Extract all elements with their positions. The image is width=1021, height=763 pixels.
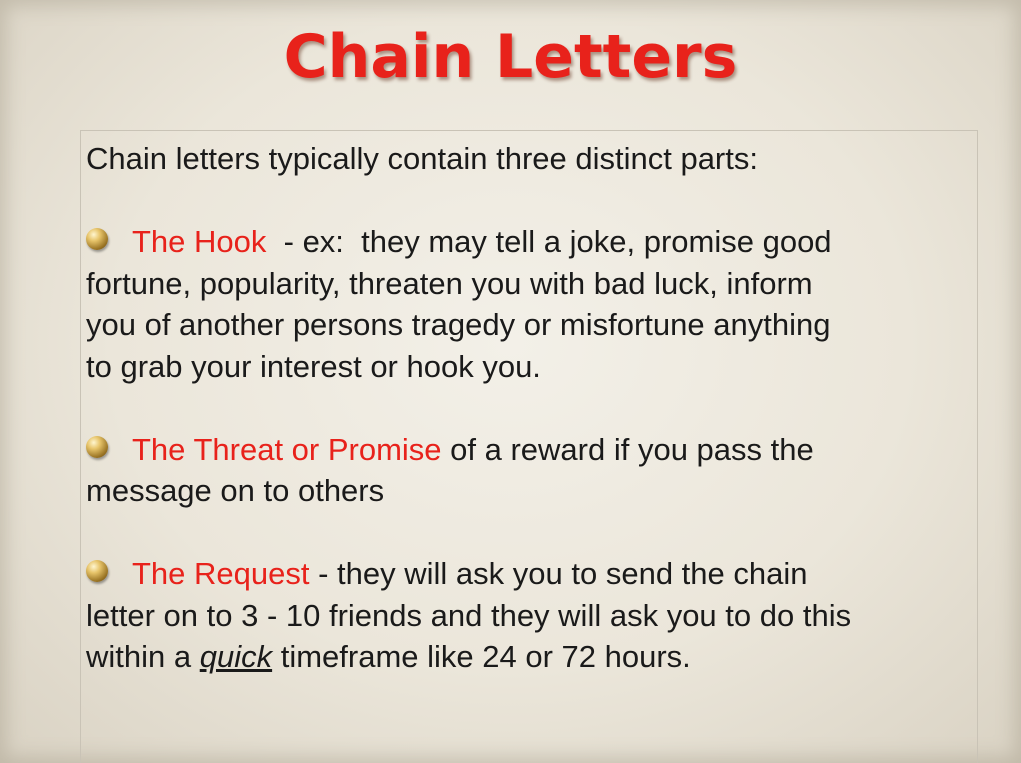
threat-label: The Threat or Promise [132,431,442,467]
request-prefix: within a [86,639,200,674]
hook-label: The Hook [132,224,267,259]
request-line-2: within a quick timeframe like 24 or 72 h… [86,636,976,678]
bullet-hook: The Hook - ex: they may tell a joke, pro… [86,221,976,387]
slide: Chain Letters Chain letters typically co… [0,0,1021,763]
slide-content: Chain letters typically contain three di… [86,138,976,678]
threat-text: of a reward if you pass the [441,431,814,467]
hook-line-1: fortune, popularity, threaten you with b… [86,265,813,301]
bullet-threat: The Threat or Promise of a reward if you… [86,429,976,512]
request-line-1: letter on to 3 - 10 friends and they wil… [86,597,852,633]
bullet-request: The Request - they will ask you to send … [86,553,976,678]
request-suffix: timeframe like 24 or 72 hours. [272,639,691,674]
gold-ball-icon [86,560,108,582]
request-text: - they will ask you to send the chain [309,556,808,591]
intro-text: Chain letters typically contain three di… [86,141,758,176]
hook-line-2: you of another persons tragedy or misfor… [86,307,831,342]
hook-text: - ex: they may tell a joke, promise good [266,224,832,259]
request-label: The Request [132,556,310,591]
threat-line-1: message on to others [86,473,385,508]
gold-ball-icon [86,435,108,458]
quick-emphasis: quick [199,639,273,674]
slide-title: Chain Letters [283,22,738,92]
gold-ball-icon [86,228,108,250]
hook-line-3: to grab your interest or hook you. [86,348,541,384]
